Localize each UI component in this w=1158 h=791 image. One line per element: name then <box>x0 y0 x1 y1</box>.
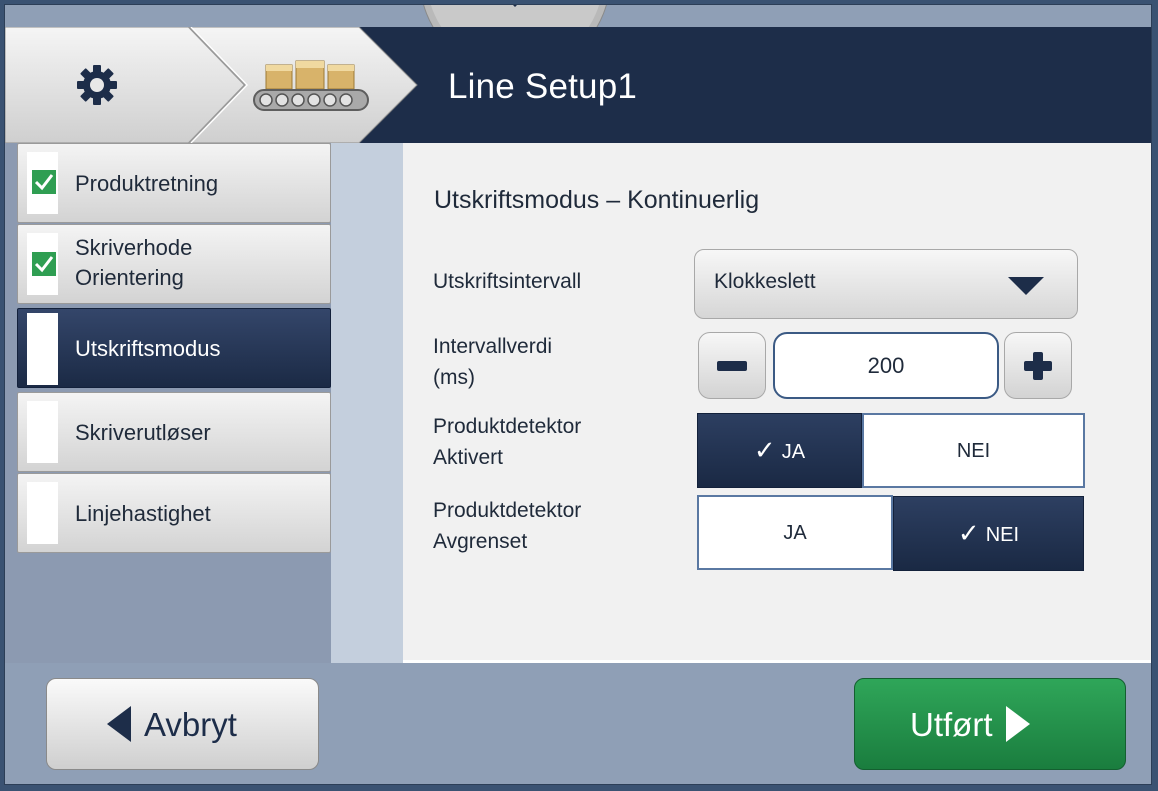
done-button[interactable]: Utført <box>854 678 1126 770</box>
increment-button[interactable] <box>1004 332 1072 399</box>
green-check-icon <box>32 252 56 276</box>
sidebar-item-utskriftsmodus[interactable]: Utskriftsmodus <box>17 308 331 388</box>
interval-value-input[interactable] <box>773 332 999 399</box>
line-setup-breadcrumb-button[interactable] <box>250 59 372 115</box>
done-label: Utført <box>910 706 993 743</box>
toggle-label: NEI <box>985 524 1020 546</box>
minus-icon <box>717 361 747 371</box>
checkmark-icon: ✓ <box>753 435 776 465</box>
sidebar-item-label: Skriverhode Orientering <box>75 235 193 290</box>
arrow-left-icon <box>107 706 131 742</box>
interval-value-label: Intervallverdi (ms) <box>433 335 553 389</box>
step-flag <box>27 401 58 463</box>
decrement-button[interactable] <box>698 332 766 399</box>
sidebar-item-produktretning[interactable]: Produktretning <box>17 143 331 223</box>
wizard-sidebar: Produktretning Skriverhode Orientering U… <box>5 143 331 663</box>
checkmark-icon: ✓ <box>957 518 980 548</box>
sidebar-item-linjehastighet[interactable]: Linjehastighet <box>17 473 331 553</box>
detector-enabled-no-toggle[interactable]: NEI <box>862 413 1085 488</box>
step-flag <box>27 482 58 544</box>
plus-icon-vertical <box>1033 352 1043 380</box>
print-interval-label: Utskriftsintervall <box>433 270 582 293</box>
detector-limited-yes-toggle[interactable]: JA <box>697 495 893 570</box>
step-flag <box>27 313 58 385</box>
sidebar-item-label: Linjehastighet <box>75 501 211 526</box>
sidebar-item-label: Produktretning <box>75 171 219 196</box>
dropdown-arrow-icon <box>1008 277 1044 295</box>
print-interval-dropdown[interactable]: Klokkeslett <box>694 249 1078 319</box>
section-title: Utskriftsmodus – Kontinuerlig <box>434 186 760 214</box>
settings-panel: Utskriftsmodus – Kontinuerlig Utskriftsi… <box>403 143 1151 660</box>
toggle-label: NEI <box>956 440 991 462</box>
footer-bar: Avbryt Utført <box>5 663 1151 784</box>
menu-pull-tab[interactable] <box>415 4 615 27</box>
cancel-button[interactable]: Avbryt <box>46 678 319 770</box>
page-title: Line Setup1 <box>448 67 638 106</box>
toggle-label: JA <box>781 441 806 463</box>
detector-limited-no-toggle[interactable]: ✓ NEI <box>893 496 1084 571</box>
print-interval-value: Klokkeslett <box>714 270 816 293</box>
sidebar-item-label: Skriverutløser <box>75 420 211 445</box>
arrow-right-icon <box>1006 706 1030 742</box>
sidebar-item-skriverhode-orientering[interactable]: Skriverhode Orientering <box>17 224 331 304</box>
sidebar-item-skriverutloser[interactable]: Skriverutløser <box>17 392 331 472</box>
cancel-label: Avbryt <box>144 706 237 743</box>
header-bar: Line Setup1 <box>5 27 1151 143</box>
toggle-label: JA <box>783 522 807 544</box>
app-window: Line Setup1 Produktretning Skriverhode O… <box>4 4 1152 785</box>
sidebar-item-label: Utskriftsmodus <box>75 336 221 361</box>
sidebar-divider <box>331 143 403 663</box>
detector-enabled-yes-toggle[interactable]: ✓ JA <box>697 413 862 488</box>
settings-breadcrumb-button[interactable] <box>75 63 119 107</box>
detector-enabled-label: Produktdetektor Aktivert <box>433 415 582 469</box>
detector-limited-label: Produktdetektor Avgrenset <box>433 499 582 553</box>
gear-icon <box>77 65 117 105</box>
green-check-icon <box>32 170 56 194</box>
conveyor-icon <box>253 60 369 111</box>
